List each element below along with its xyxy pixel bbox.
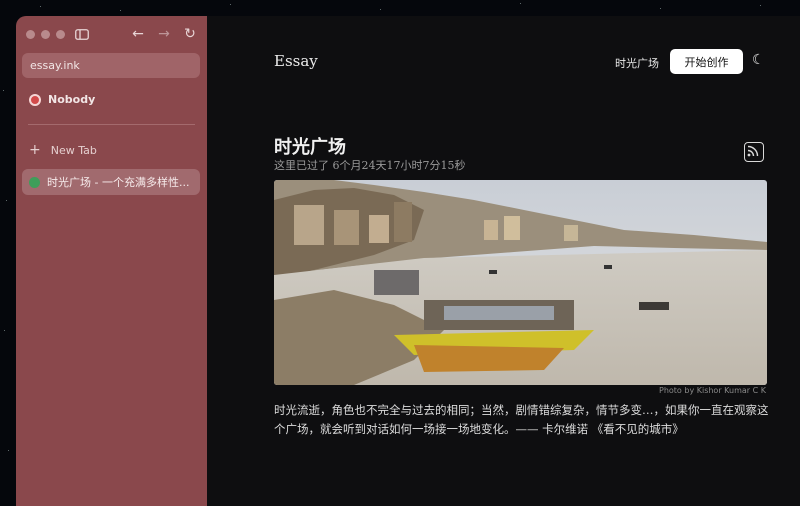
page-content: Essay 时光广场 开始创作 ☾ 时光广场 这里已过了 6个月24天17小时7… bbox=[207, 16, 800, 506]
profile-switcher[interactable]: Nobody bbox=[29, 93, 95, 106]
tab-title: 时光广场 - 一个充满多样性... bbox=[47, 176, 190, 189]
moon-icon[interactable]: ☾ bbox=[752, 52, 765, 68]
page-subtitle: 这里已过了 6个月24天17小时7分15秒 bbox=[274, 159, 466, 172]
close-window-button[interactable] bbox=[26, 30, 35, 39]
hero-photo bbox=[274, 180, 767, 385]
tab-active[interactable]: 时光广场 - 一个充满多样性... bbox=[22, 169, 200, 195]
browser-sidebar: ← → ↻ essay.ink Nobody + New Tab 时光广场 - … bbox=[16, 16, 207, 506]
start-writing-button[interactable]: 开始创作 bbox=[670, 49, 743, 74]
nav-link-time-square[interactable]: 时光广场 bbox=[615, 55, 659, 71]
address-bar[interactable]: essay.ink bbox=[22, 53, 200, 78]
arrow-left-icon[interactable]: ← bbox=[128, 24, 148, 44]
plus-icon: + bbox=[29, 142, 41, 158]
rss-icon[interactable] bbox=[744, 142, 764, 162]
window-controls bbox=[26, 30, 65, 39]
site-logo[interactable]: Essay bbox=[274, 52, 318, 70]
reload-icon[interactable]: ↻ bbox=[180, 24, 200, 44]
zoom-window-button[interactable] bbox=[56, 30, 65, 39]
quote-paragraph: 时光流逝，角色也不完全与过去的相同；当然，剧情错综复杂，情节多变…，如果你一直在… bbox=[274, 403, 769, 436]
photo-credit: Photo by Kishor Kumar C K bbox=[659, 386, 766, 395]
sidebar-icon[interactable] bbox=[72, 24, 92, 44]
profile-name: Nobody bbox=[48, 93, 96, 106]
page-title: 时光广场 bbox=[274, 137, 346, 158]
minimize-window-button[interactable] bbox=[41, 30, 50, 39]
tree-favicon-icon bbox=[29, 176, 40, 188]
browser-window: ← → ↻ essay.ink Nobody + New Tab 时光广场 - … bbox=[16, 16, 800, 506]
new-tab-button[interactable]: + New Tab bbox=[29, 142, 97, 158]
arrow-right-icon[interactable]: → bbox=[154, 24, 174, 44]
avatar bbox=[29, 93, 41, 106]
sidebar-divider bbox=[28, 124, 195, 125]
new-tab-label: New Tab bbox=[50, 143, 97, 157]
